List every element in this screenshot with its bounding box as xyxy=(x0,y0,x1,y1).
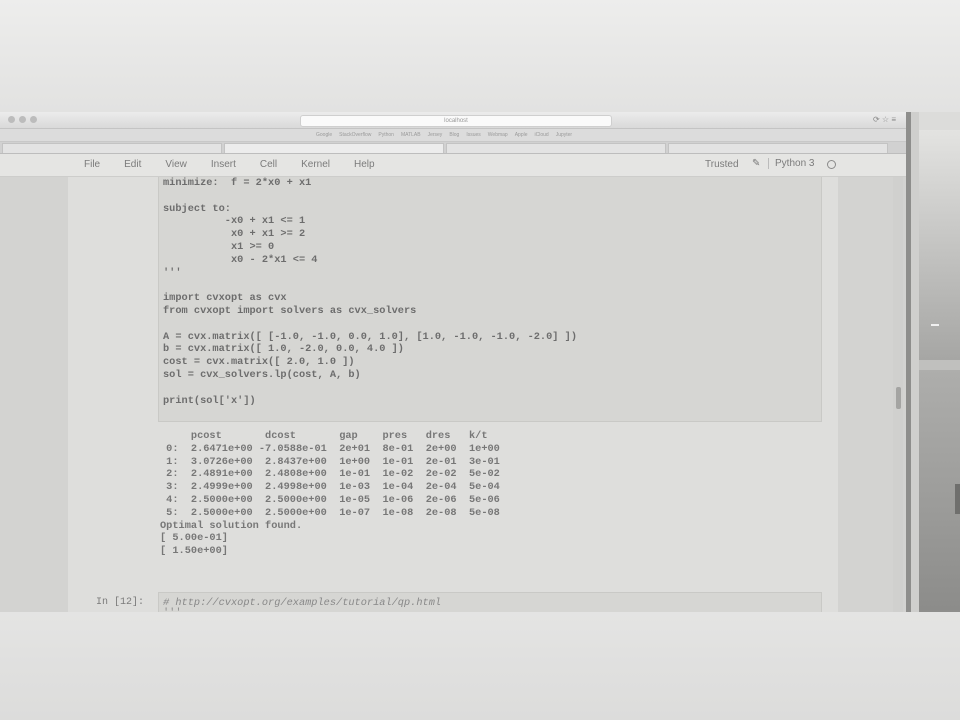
kernel-status-icon xyxy=(827,160,836,169)
bookmark-item[interactable]: Apple xyxy=(515,130,528,140)
bookmark-item[interactable]: Blog xyxy=(449,130,459,140)
background-wall-bottom xyxy=(0,612,960,720)
menu-help[interactable]: Help xyxy=(354,154,375,176)
close-window-icon[interactable] xyxy=(8,116,15,123)
cell-prompt: In [12]: xyxy=(96,597,145,608)
cell-output: pcost dcost gap pres dres k/t 0: 2.6471e… xyxy=(160,430,500,558)
browser-titlebar: localhost ⟳ ☆ ≡ xyxy=(0,112,906,129)
browser-tab[interactable] xyxy=(446,143,666,153)
browser-tab[interactable] xyxy=(2,143,222,153)
notebook-menubar: File Edit View Insert Cell Kernel Help T… xyxy=(0,154,906,177)
secondary-monitor-top xyxy=(919,112,960,130)
zoom-window-icon[interactable] xyxy=(30,116,37,123)
notebook-area: minimize: f = 2*x0 + x1 subject to: -x0 … xyxy=(0,177,906,612)
scrollbar-thumb[interactable] xyxy=(896,387,901,409)
bookmark-item[interactable]: StackOverflow xyxy=(339,130,371,140)
menu-kernel[interactable]: Kernel xyxy=(301,154,330,176)
kernel-name[interactable]: Python 3 xyxy=(768,158,814,169)
bookmark-item[interactable]: Python xyxy=(378,130,394,140)
bookmark-item[interactable]: iCloud xyxy=(535,130,549,140)
secondary-monitor-window xyxy=(919,130,960,360)
menu-edit[interactable]: Edit xyxy=(124,154,141,176)
bookmark-item[interactable]: Jupyter xyxy=(556,130,572,140)
background-wall-top xyxy=(0,0,960,112)
menu-file[interactable]: File xyxy=(84,154,100,176)
secondary-monitor-shelf xyxy=(919,360,960,370)
browser-tab[interactable] xyxy=(668,143,888,153)
secondary-monitor-mark xyxy=(931,324,939,326)
monitor-bezel xyxy=(911,112,919,612)
browser-tab-strip xyxy=(0,142,906,154)
bookmark-item[interactable]: MATLAB xyxy=(401,130,421,140)
bookmarks-bar: Google StackOverflow Python MATLAB Jerse… xyxy=(0,129,906,142)
browser-tab-active[interactable] xyxy=(224,143,444,153)
bookmark-item[interactable]: Google xyxy=(316,130,332,140)
secondary-monitor-edge xyxy=(955,484,960,514)
minimize-window-icon[interactable] xyxy=(19,116,26,123)
bookmark-item[interactable]: Jersey xyxy=(428,130,443,140)
menu-cell[interactable]: Cell xyxy=(260,154,277,176)
pencil-icon[interactable]: ✎ xyxy=(752,158,760,169)
code-comment[interactable]: # http://cvxopt.org/examples/tutorial/qp… xyxy=(163,597,441,610)
menu-insert[interactable]: Insert xyxy=(211,154,236,176)
code-cell-source[interactable]: minimize: f = 2*x0 + x1 subject to: -x0 … xyxy=(163,177,577,407)
bookmark-item[interactable]: Webmap xyxy=(488,130,508,140)
menu-view[interactable]: View xyxy=(165,154,187,176)
browser-toolbar-icons[interactable]: ⟳ ☆ ≡ xyxy=(873,115,896,124)
trusted-indicator[interactable]: Trusted xyxy=(705,159,739,170)
browser-window: localhost ⟳ ☆ ≡ Google StackOverflow Pyt… xyxy=(0,112,906,612)
bookmark-item[interactable]: Issues xyxy=(466,130,480,140)
address-bar[interactable]: localhost xyxy=(300,115,612,127)
code-line[interactable]: ''' xyxy=(163,607,182,612)
